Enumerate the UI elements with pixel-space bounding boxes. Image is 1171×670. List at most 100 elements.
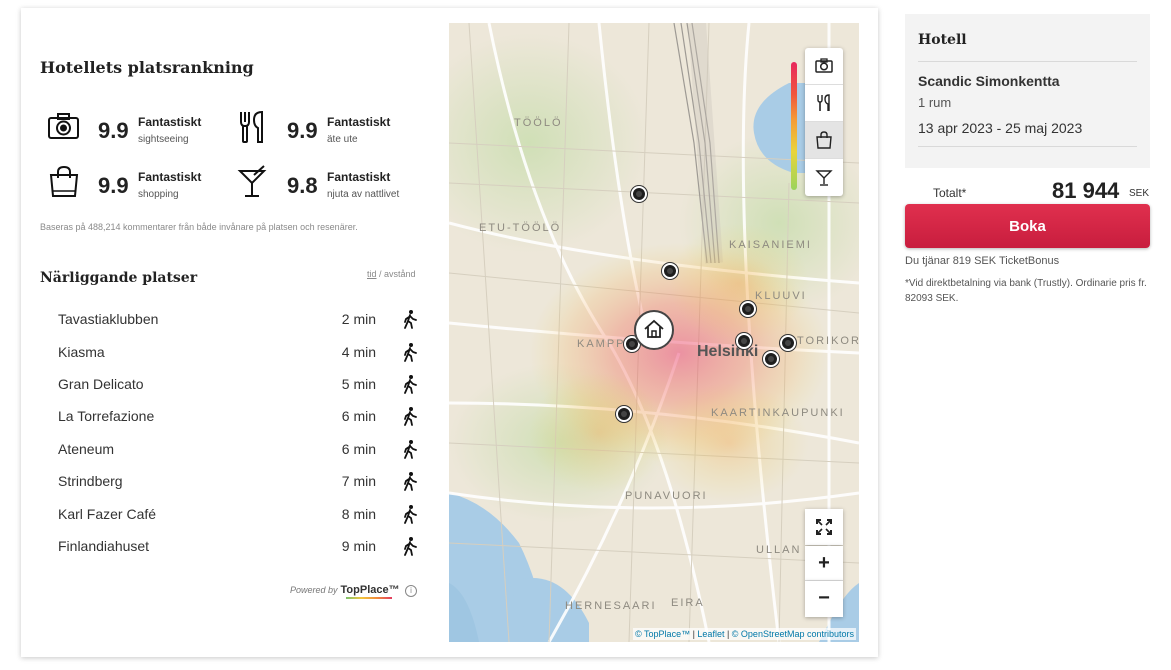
cutlery-icon [817,94,830,111]
map-label-kaisaniemi: KAISANIEMI [729,239,812,251]
currency: SEK [1129,188,1150,199]
powered-by-prefix: Powered by [290,585,338,595]
map-poi-marker[interactable] [631,186,647,202]
filter-nightlife-button[interactable] [805,159,843,196]
divider [918,146,1137,147]
rating-category: njuta av nattlivet [327,189,400,200]
camera-icon [815,58,833,73]
rating-label: Fantastiskt [138,115,202,129]
hotel-name: Scandic Simonkentta [918,73,1060,89]
cocktail-icon [237,165,267,197]
topplace-logo[interactable]: TopPlace™ [341,584,400,596]
place-name: Finlandiahuset [58,538,150,554]
place-walk-time: 9 min [341,538,376,554]
nearby-place[interactable]: Kiasma 4 min [58,341,418,365]
divider [918,61,1137,62]
rating-nightlife: 9.8 Fantastiskt njuta av nattlivet [236,165,426,205]
zoom-out-button[interactable]: − [805,581,843,617]
filter-sightseeing-button[interactable] [805,48,843,85]
nearby-place[interactable]: Finlandiahuset 9 min [58,535,418,559]
shopping-bag-icon [816,131,832,149]
walking-icon [404,505,417,524]
map-label-eira: EIRA [671,597,705,609]
camera-icon [48,113,79,139]
hotel-location-marker[interactable] [634,310,674,350]
sort-by-distance-link[interactable]: avstånd [384,269,416,279]
booking-summary: Hotell Scandic Simonkentta 1 rum 13 apr … [905,14,1150,168]
map-poi-marker[interactable] [662,263,678,279]
total-price: 81 944 [1052,178,1120,203]
map-attribution: © TopPlace™ | Leaflet | © OpenStreetMap … [633,628,856,640]
place-name: La Torrefazione [58,408,155,424]
map-poi-marker[interactable] [740,301,756,317]
rating-category: äte ute [327,134,358,145]
place-name: Tavastiaklubben [58,311,159,327]
cocktail-icon [815,170,833,186]
nearby-place[interactable]: Gran Delicato 5 min [58,373,418,397]
rating-dining: 9.9 Fantastiskt äte ute [236,110,426,150]
rating-category: shopping [138,189,179,200]
walking-icon [404,472,417,491]
leaflet-link[interactable]: Leaflet [697,629,724,639]
map-label-kaartinkaupunki: KAARTINKAUPUNKI [711,407,845,419]
rating-label: Fantastiskt [327,115,391,129]
location-ranking-card: Hotellets platsrankning 9.9 Fantastiskt … [21,8,878,657]
nearby-place[interactable]: La Torrefazione 6 min [58,405,418,429]
attribution-separator: | [724,629,732,639]
nearby-place[interactable]: Karl Fazer Café 8 min [58,503,418,527]
info-icon[interactable]: i [405,585,417,597]
rating-shopping: 9.9 Fantastiskt shopping [47,165,237,205]
home-icon [644,319,664,338]
map-label-kamppi: KAMPPI [577,338,631,350]
nearby-place[interactable]: Ateneum 6 min [58,438,418,462]
rating-score: 9.9 [287,118,318,143]
heat-map[interactable]: TÖÖLÖ ETU-TÖÖLÖ KAISANIEMI KLUUVI KAMPPI… [449,23,859,642]
fullscreen-button[interactable] [805,509,843,545]
place-walk-time: 8 min [341,506,376,522]
walking-icon [404,375,417,394]
filter-dining-button[interactable] [805,85,843,122]
map-poi-marker[interactable] [763,351,779,367]
rating-score: 9.8 [287,173,318,198]
rating-score: 9.9 [98,173,129,198]
walking-icon [404,310,417,329]
map-poi-marker[interactable] [616,406,632,422]
filter-shopping-button[interactable] [805,122,843,159]
book-button[interactable]: Boka [905,204,1150,248]
topplace-logo-bar [346,597,392,599]
topplace-attribution-link[interactable]: © TopPlace™ [635,629,690,639]
price-fine-print: *Vid direktbetalning via bank (Trustly).… [905,278,1147,304]
place-walk-time: 6 min [341,408,376,424]
osm-link[interactable]: © OpenStreetMap contributors [732,629,854,639]
nearby-place[interactable]: Strindberg 7 min [58,470,418,494]
place-name: Strindberg [58,473,123,489]
powered-by: Powered by TopPlace™ [290,584,400,599]
rating-label: Fantastiskt [327,170,391,184]
walking-icon [404,343,417,362]
place-walk-time: 2 min [341,311,376,327]
nearby-place[interactable]: Tavastiaklubben 2 min [58,308,418,332]
heat-scale [791,62,797,190]
map-label-torikor: TORIKOR [797,335,859,347]
map-poi-marker[interactable] [736,333,752,349]
room-count: 1 rum [918,95,952,110]
map-poi-marker[interactable] [780,335,796,351]
zoom-in-button[interactable]: + [805,546,843,581]
map-label-hernesaari: HERNESAARI [565,600,657,612]
place-name: Kiasma [58,344,105,360]
rating-category: sightseeing [138,134,189,145]
place-walk-time: 6 min [341,441,376,457]
map-label-etu-toolo: ETU-TÖÖLÖ [479,222,562,234]
ticket-bonus: Du tjänar 819 SEK TicketBonus [905,255,1060,267]
map-label-punavuori: PUNAVUORI [625,490,708,502]
ranking-title: Hotellets platsrankning [40,58,254,77]
shopping-bag-icon [49,165,79,197]
map-label-kluuvi: KLUUVI [755,290,807,302]
expand-icon [816,519,832,535]
place-walk-time: 4 min [341,344,376,360]
rating-sightseeing: 9.9 Fantastiskt sightseeing [47,110,237,150]
walking-icon [404,440,417,459]
sort-by-time-link[interactable]: tid [367,269,377,279]
place-walk-time: 5 min [341,376,376,392]
place-walk-time: 7 min [341,473,376,489]
